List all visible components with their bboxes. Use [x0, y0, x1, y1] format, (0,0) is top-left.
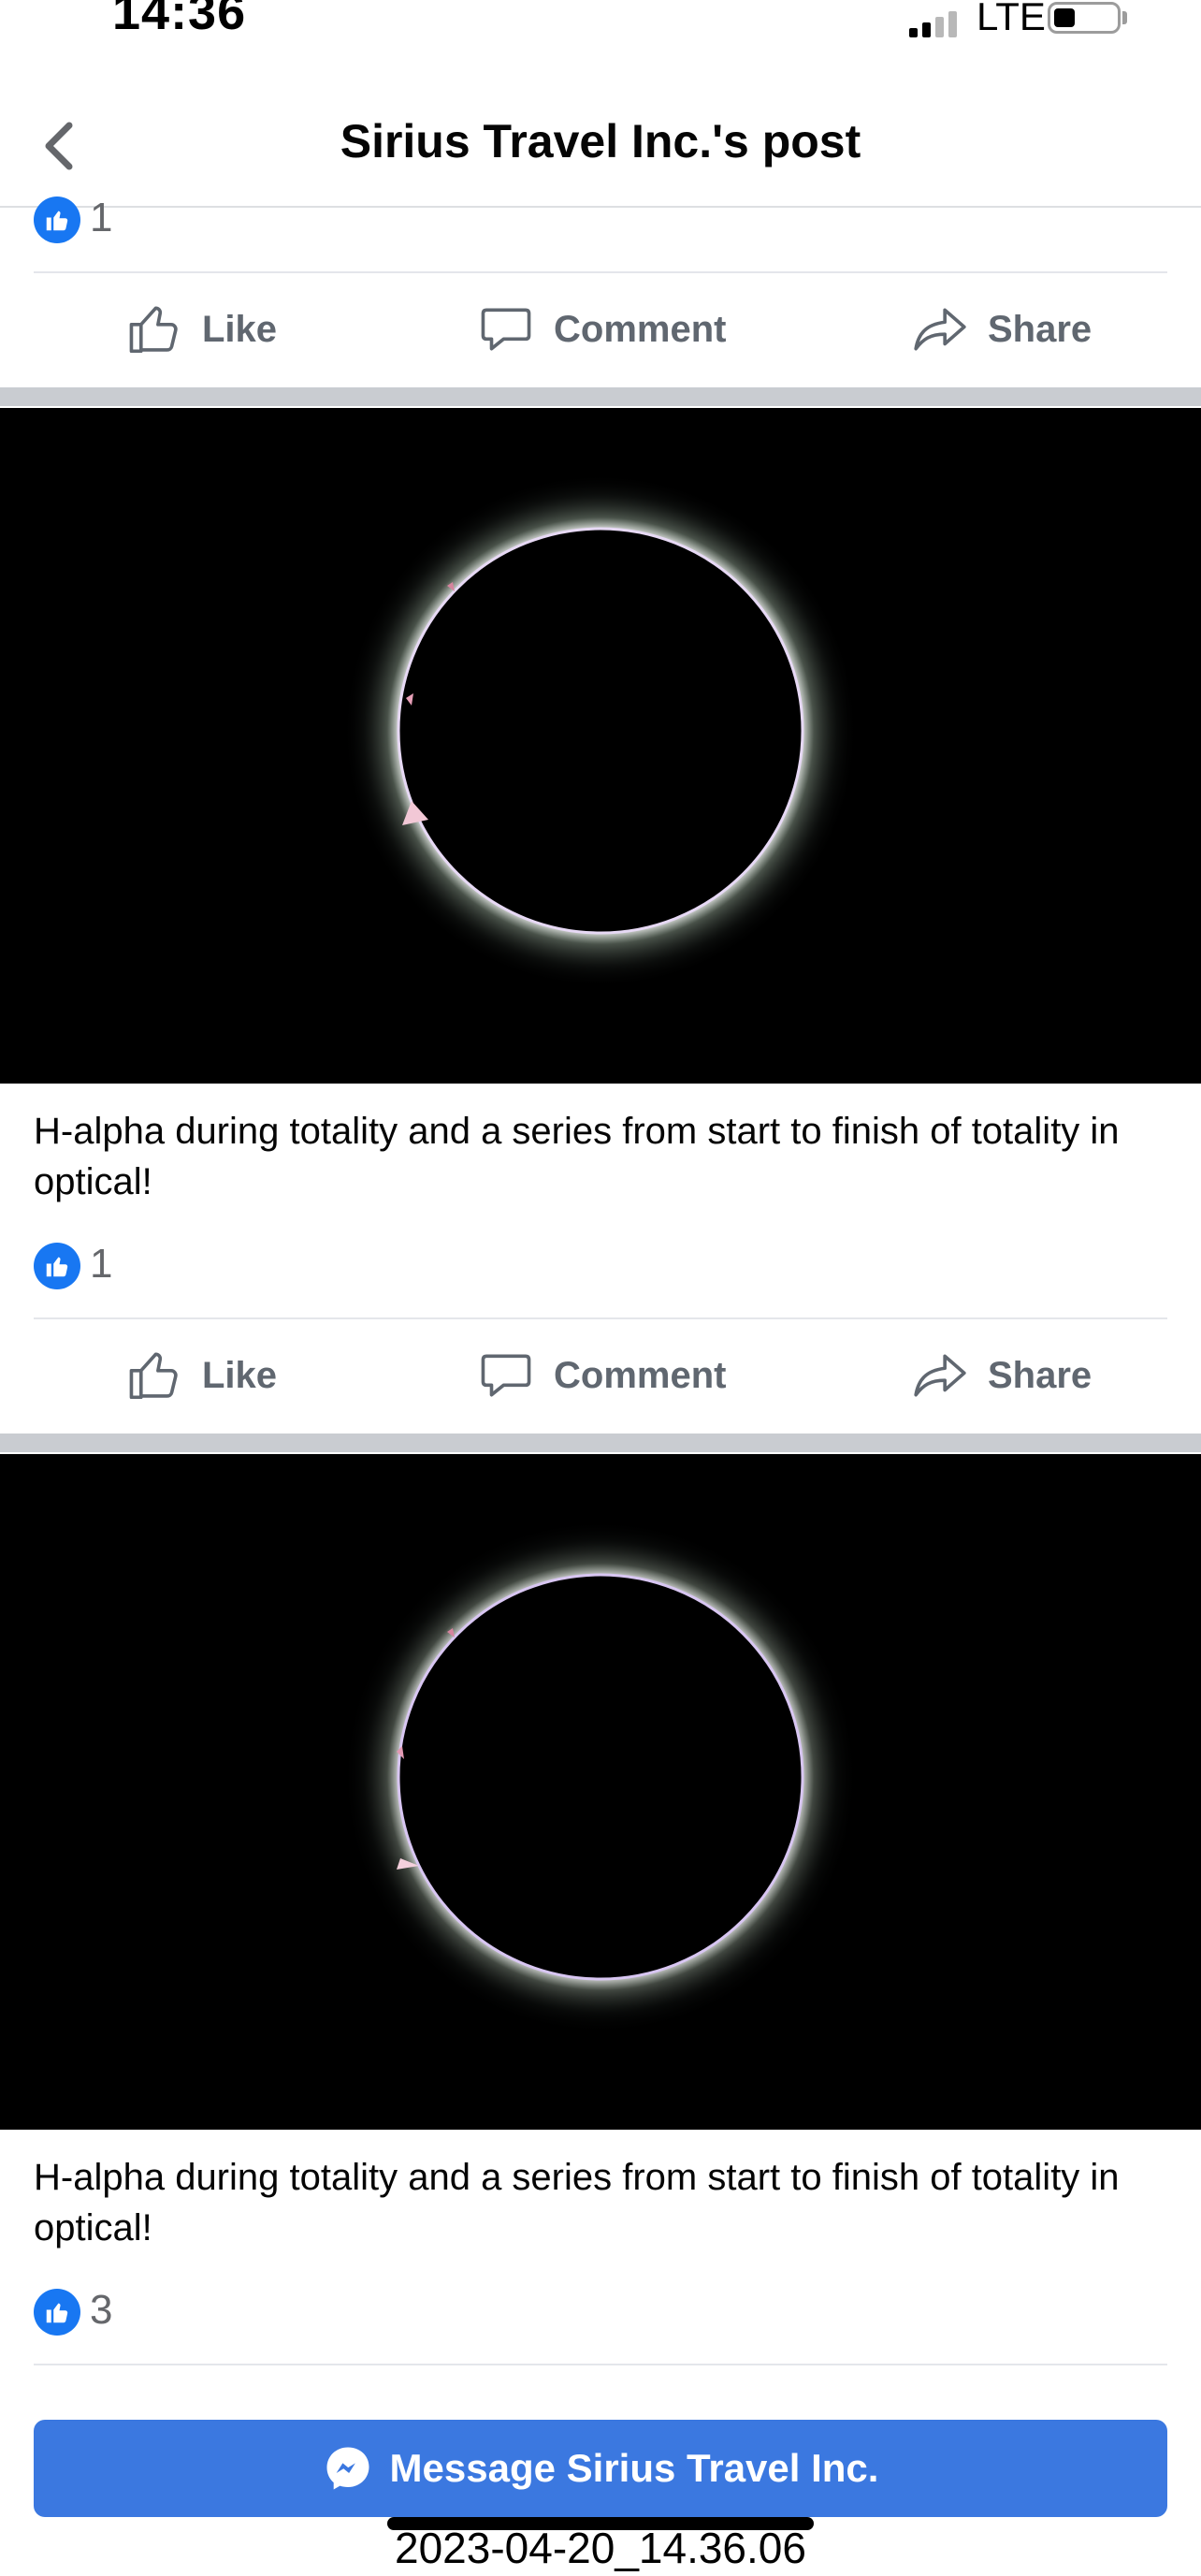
- eclipse-image: [0, 408, 1201, 1084]
- like-label: Like: [202, 1354, 278, 1396]
- comment-bubble-icon: [481, 1354, 531, 1397]
- cellular-signal-icon: [909, 11, 965, 37]
- message-page-button[interactable]: Message Sirius Travel Inc.: [34, 2420, 1167, 2517]
- messenger-icon: [326, 2447, 369, 2490]
- like-count[interactable]: 1: [90, 1241, 112, 1288]
- message-button-label: Message Sirius Travel Inc.: [389, 2446, 879, 2490]
- network-type: LTE: [977, 0, 1046, 38]
- like-count[interactable]: 3: [90, 2287, 112, 2334]
- thumbs-up-icon: [129, 306, 178, 354]
- comment-label: Comment: [554, 308, 727, 350]
- status-time: 14:36: [112, 0, 247, 40]
- post-actions: Like Comment Share: [0, 273, 1201, 386]
- like-label: Like: [202, 308, 278, 350]
- share-button[interactable]: Share: [911, 1319, 1092, 1432]
- comment-button[interactable]: Comment: [477, 273, 726, 386]
- like-count[interactable]: 1: [90, 195, 112, 241]
- like-reaction-icon: [34, 1243, 80, 1289]
- comment-button[interactable]: Comment: [477, 1319, 726, 1432]
- like-reaction-icon: [34, 196, 80, 243]
- post-actions: Like Comment Share: [0, 1319, 1201, 1432]
- like-reaction-icon: [34, 2289, 80, 2336]
- post-separator: [0, 387, 1201, 406]
- comment-label: Comment: [554, 1354, 727, 1396]
- share-label: Share: [988, 1354, 1092, 1396]
- thumbs-up-icon: [129, 1352, 178, 1400]
- battery-icon: [1048, 2, 1121, 34]
- post-separator: [0, 1434, 1201, 1452]
- share-label: Share: [988, 308, 1092, 350]
- share-button[interactable]: Share: [911, 273, 1092, 386]
- post-photo[interactable]: [0, 408, 1201, 1084]
- eclipse-image: [0, 1454, 1201, 2130]
- divider: [34, 2364, 1167, 2365]
- post-header: Sirius Travel Inc.'s post: [0, 84, 1201, 208]
- comment-bubble-icon: [481, 308, 531, 351]
- screenshot-timestamp: 2023-04-20_14.36.06: [395, 2524, 806, 2572]
- share-arrow-icon: [914, 308, 966, 351]
- battery-tip: [1122, 11, 1127, 24]
- page-title: Sirius Travel Inc.'s post: [340, 115, 861, 167]
- like-button[interactable]: Like: [125, 273, 277, 386]
- post-photo[interactable]: [0, 1454, 1201, 2130]
- share-arrow-icon: [914, 1354, 966, 1397]
- post-caption: H-alpha during totality and a series fro…: [34, 2157, 1120, 2249]
- like-button[interactable]: Like: [125, 1319, 277, 1432]
- post-caption: H-alpha during totality and a series fro…: [34, 1111, 1120, 1202]
